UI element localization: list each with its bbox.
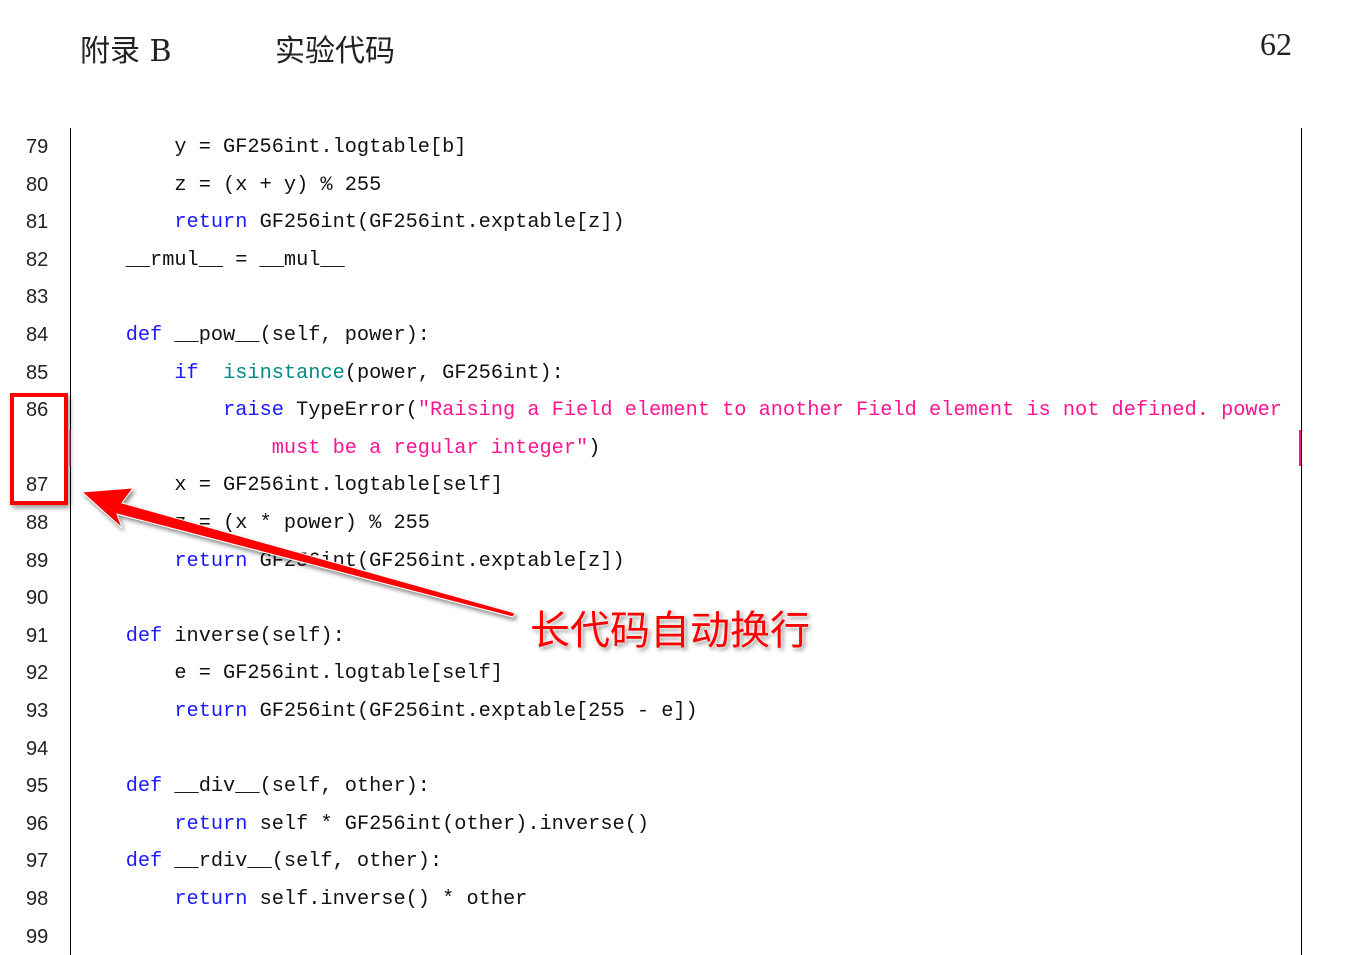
document-page: 附录 B 实验代码 62 79 y = GF256int.logtable[b]… [0, 0, 1366, 955]
annotation-callout: 长代码自动换行 [530, 608, 810, 654]
arrow-icon [80, 487, 516, 618]
